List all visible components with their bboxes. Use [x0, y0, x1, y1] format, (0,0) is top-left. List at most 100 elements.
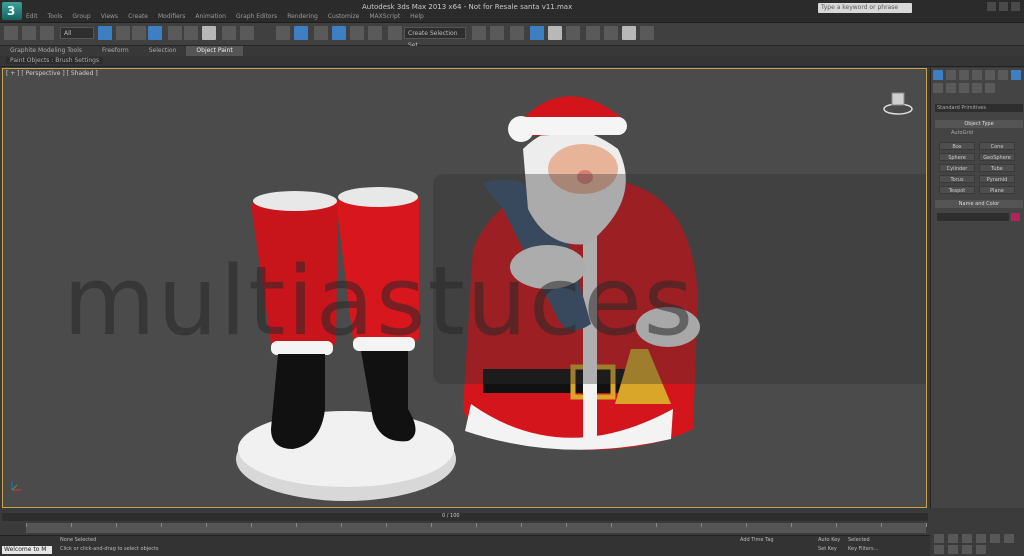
auto-key-button[interactable]: Auto Key — [818, 537, 840, 543]
rotate-icon[interactable] — [184, 26, 198, 40]
snap-toggle-icon[interactable] — [314, 26, 328, 40]
undo-icon[interactable] — [4, 26, 18, 40]
menu-item[interactable]: Help — [410, 13, 424, 20]
object-color-swatch[interactable] — [1011, 213, 1020, 221]
app-logo-button[interactable]: 3 — [2, 2, 22, 20]
ribbon-tab[interactable]: Object Paint — [186, 46, 243, 56]
play-icon[interactable] — [948, 545, 958, 554]
layer-manager-icon[interactable] — [510, 26, 524, 40]
menu-item[interactable]: Animation — [195, 13, 226, 20]
go-to-end-icon[interactable] — [976, 545, 986, 554]
primitive-button[interactable]: Sphere — [939, 153, 975, 161]
selection-filter-dropdown[interactable]: All — [60, 27, 94, 39]
zoom-extents-icon[interactable] — [962, 534, 972, 543]
ribbon-tab[interactable]: Freeform — [92, 46, 139, 56]
object-name-field[interactable] — [937, 213, 1009, 221]
menu-item[interactable]: Views — [101, 13, 118, 20]
select-object-icon[interactable] — [98, 26, 112, 40]
next-frame-icon[interactable] — [962, 545, 972, 554]
set-key-button[interactable]: Set Key — [818, 546, 837, 552]
link-icon[interactable] — [40, 26, 54, 40]
modify-tab-icon[interactable] — [946, 70, 956, 80]
mirror-icon[interactable] — [472, 26, 486, 40]
zoom-icon[interactable] — [934, 534, 944, 543]
window-crossing-icon[interactable] — [148, 26, 162, 40]
primitive-button[interactable]: Pyramid — [979, 175, 1015, 183]
menu-item[interactable]: Tools — [48, 13, 63, 20]
menu-item[interactable]: Modifiers — [158, 13, 185, 20]
track-bar[interactable] — [26, 523, 927, 533]
pan-icon[interactable] — [990, 534, 1000, 543]
angle-snap-icon[interactable] — [332, 26, 346, 40]
geometry-icon[interactable] — [1011, 70, 1021, 80]
menu-item[interactable]: MAXScript — [369, 13, 400, 20]
named-selection-dropdown[interactable]: Create Selection Set — [404, 27, 466, 49]
edit-named-selection-icon[interactable] — [388, 26, 402, 40]
display-tab-icon[interactable] — [985, 70, 995, 80]
menu-item[interactable]: Rendering — [287, 13, 318, 20]
rendered-frame-icon[interactable] — [622, 26, 636, 40]
maxscript-listener[interactable]: Welcome to M — [2, 546, 52, 554]
autogrid-checkbox[interactable]: AutoGrid — [951, 130, 973, 136]
helpers-icon[interactable] — [972, 83, 982, 93]
help-icon[interactable] — [987, 2, 996, 11]
orbit-icon[interactable] — [1004, 534, 1014, 543]
menu-item[interactable]: Customize — [328, 13, 360, 20]
render-production-icon[interactable] — [640, 26, 654, 40]
material-editor-icon[interactable] — [586, 26, 600, 40]
menu-item[interactable]: Edit — [26, 13, 38, 20]
create-tab-icon[interactable] — [933, 70, 943, 80]
align-icon[interactable] — [490, 26, 504, 40]
ribbon-tab[interactable]: Graphite Modeling Tools — [0, 46, 92, 56]
primitive-button[interactable]: GeoSphere — [979, 153, 1015, 161]
menu-item[interactable]: Group — [72, 13, 90, 20]
hierarchy-tab-icon[interactable] — [959, 70, 969, 80]
ribbon-sub-tab[interactable]: Paint Objects : Brush Settings — [6, 57, 104, 64]
search-input[interactable]: Type a keyword or phrase — [818, 3, 912, 13]
select-by-name-icon[interactable] — [116, 26, 130, 40]
curve-editor-icon[interactable] — [548, 26, 562, 40]
primitive-button[interactable]: Cylinder — [939, 164, 975, 172]
primitive-button[interactable]: Teapot — [939, 186, 975, 194]
menu-item[interactable]: Graph Editors — [236, 13, 277, 20]
primitive-button[interactable]: Cone — [979, 142, 1015, 150]
percent-snap-icon[interactable] — [350, 26, 364, 40]
primitive-category-dropdown[interactable]: Standard Primitives — [935, 104, 1023, 112]
lights-icon[interactable] — [946, 83, 956, 93]
primitive-button[interactable]: Tube — [979, 164, 1015, 172]
rectangular-selection-icon[interactable] — [132, 26, 146, 40]
reference-coordinate-icon[interactable] — [222, 26, 236, 40]
graphite-toggle-icon[interactable] — [530, 26, 544, 40]
manipulate-icon[interactable] — [276, 26, 290, 40]
key-filters-button[interactable]: Key Filters... — [848, 546, 878, 552]
redo-icon[interactable] — [22, 26, 36, 40]
viewcube-icon[interactable] — [883, 87, 913, 117]
object-type-rollout[interactable]: Object Type — [935, 120, 1023, 128]
render-setup-icon[interactable] — [604, 26, 618, 40]
add-time-tag[interactable]: Add Time Tag — [740, 537, 774, 543]
minimize-button[interactable] — [999, 2, 1008, 11]
play-back-icon[interactable] — [934, 545, 944, 554]
primitive-button[interactable]: Box — [939, 142, 975, 150]
pivot-center-icon[interactable] — [240, 26, 254, 40]
perspective-viewport[interactable]: [ + ] [ Perspective ] [ Shaded ] multias… — [2, 68, 927, 508]
name-color-rollout[interactable]: Name and Color — [935, 200, 1023, 208]
time-slider[interactable]: 0 / 100 — [2, 513, 928, 521]
schematic-view-icon[interactable] — [566, 26, 580, 40]
menu-item[interactable]: Create — [128, 13, 148, 20]
shapes-icon[interactable] — [933, 83, 943, 93]
cameras-icon[interactable] — [959, 83, 969, 93]
primitive-button[interactable]: Torus — [939, 175, 975, 183]
spacewarps-icon[interactable] — [985, 83, 995, 93]
zoom-all-icon[interactable] — [948, 534, 958, 543]
spinner-snap-icon[interactable] — [368, 26, 382, 40]
ribbon-tab[interactable]: Selection — [139, 46, 187, 56]
motion-tab-icon[interactable] — [972, 70, 982, 80]
move-icon[interactable] — [168, 26, 182, 40]
field-of-view-icon[interactable] — [976, 534, 986, 543]
selected-dropdown[interactable]: Selected — [848, 537, 870, 543]
keyboard-shortcut-icon[interactable] — [294, 26, 308, 40]
scale-icon[interactable] — [202, 26, 216, 40]
utilities-tab-icon[interactable] — [998, 70, 1008, 80]
close-button[interactable] — [1011, 2, 1020, 11]
